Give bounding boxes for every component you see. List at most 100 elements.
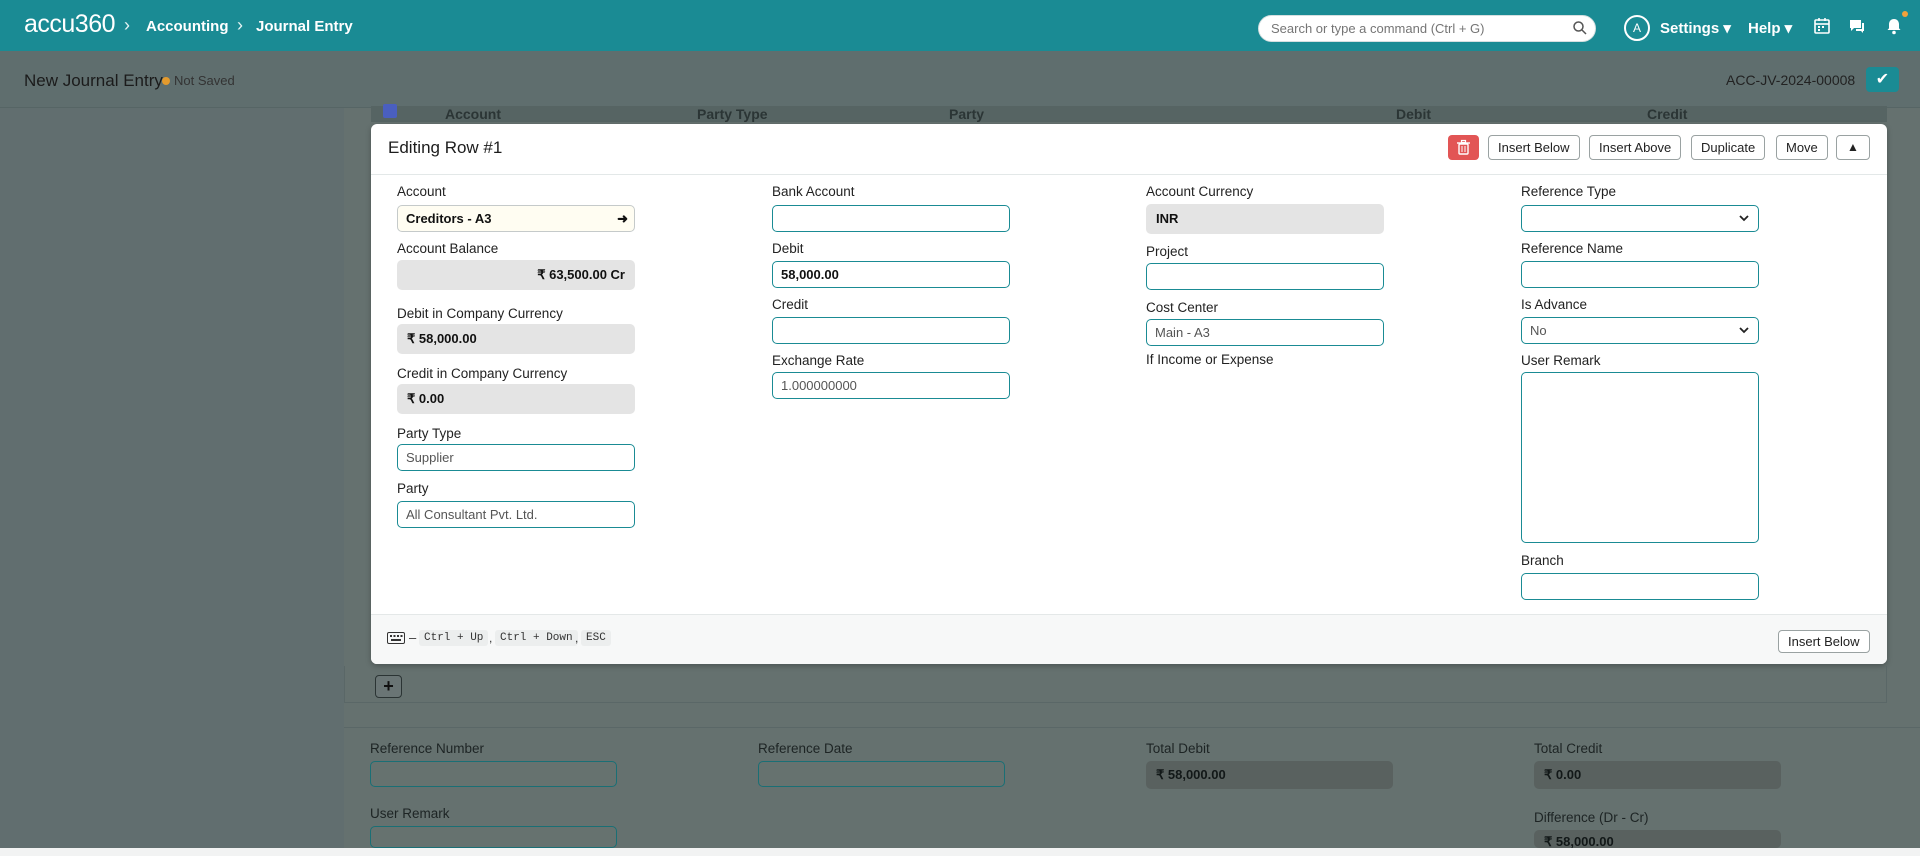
total-debit-label: Total Debit xyxy=(1146,741,1210,756)
project-label: Project xyxy=(1146,244,1189,259)
editing-row-panel: Editing Row #1 Insert Below Insert Above… xyxy=(371,124,1887,664)
credit-company-currency-value: ₹ 0.00 xyxy=(397,384,635,414)
exchange-rate-field[interactable] xyxy=(772,372,1010,399)
credit-field[interactable] xyxy=(772,317,1010,344)
grid-container-bottom xyxy=(344,666,1887,703)
settings-menu[interactable]: Settings ▾ xyxy=(1660,19,1731,37)
add-row-button[interactable]: + xyxy=(375,675,402,698)
sidebar xyxy=(0,108,344,856)
is-advance-label: Is Advance xyxy=(1521,297,1588,312)
account-currency-value: INR xyxy=(1146,204,1384,234)
footer-insert-below-button[interactable]: Insert Below xyxy=(1778,630,1870,653)
column-header-credit: Credit xyxy=(1647,106,1688,122)
branch-label: Branch xyxy=(1521,553,1564,568)
insert-below-button[interactable]: Insert Below xyxy=(1488,135,1580,160)
account-value: Creditors - A3 xyxy=(406,211,492,226)
avatar[interactable]: A xyxy=(1624,15,1650,41)
account-label: Account xyxy=(397,184,446,199)
column-header-party: Party xyxy=(949,106,985,122)
breadcrumb-journal-entry[interactable]: Journal Entry xyxy=(256,18,353,35)
credit-company-currency-label: Credit in Company Currency xyxy=(397,366,568,381)
party-type-label: Party Type xyxy=(397,426,462,441)
account-balance-label: Account Balance xyxy=(397,241,499,256)
app-logo[interactable]: accu360 xyxy=(24,10,116,39)
help-menu[interactable]: Help ▾ xyxy=(1748,19,1792,37)
debit-company-currency-value: ₹ 58,000.00 xyxy=(397,324,635,354)
reference-number-label: Reference Number xyxy=(370,741,485,756)
column-header-debit: Debit xyxy=(1396,106,1431,122)
cost-center-label: Cost Center xyxy=(1146,300,1219,315)
shortcut-separator: , xyxy=(489,631,493,645)
debit-label: Debit xyxy=(772,241,804,256)
account-field[interactable]: Creditors - A3 ➜ xyxy=(397,205,635,232)
total-credit-label: Total Credit xyxy=(1534,741,1603,756)
save-button[interactable]: ✔ xyxy=(1866,67,1899,92)
total-credit-value: ₹ 0.00 xyxy=(1534,761,1781,789)
party-type-field[interactable] xyxy=(397,444,635,471)
reference-number-field[interactable] xyxy=(370,761,617,787)
move-button[interactable]: Move xyxy=(1776,135,1828,160)
reference-date-field[interactable] xyxy=(758,761,1005,787)
exchange-rate-label: Exchange Rate xyxy=(772,353,865,368)
duplicate-button[interactable]: Duplicate xyxy=(1691,135,1766,160)
user-remark-bottom-field[interactable] xyxy=(370,826,617,848)
difference-label: Difference (Dr - Cr) xyxy=(1534,810,1649,825)
window-bottom-edge xyxy=(0,848,1920,856)
bank-account-field[interactable] xyxy=(772,205,1010,232)
breadcrumb-accounting[interactable]: Accounting xyxy=(146,18,229,35)
column-header-account: Account xyxy=(445,106,501,122)
shortcut-esc: ESC xyxy=(581,630,611,646)
select-all-checkbox[interactable] xyxy=(383,104,397,118)
debit-field[interactable] xyxy=(772,261,1010,288)
debit-company-currency-label: Debit in Company Currency xyxy=(397,306,563,321)
difference-value: ₹ 58,000.00 xyxy=(1534,830,1781,849)
document-id: ACC-JV-2024-00008 xyxy=(1726,72,1856,88)
account-currency-label: Account Currency xyxy=(1146,184,1254,199)
panel-title: Editing Row #1 xyxy=(388,138,503,157)
delete-row-button[interactable] xyxy=(1448,135,1479,160)
total-debit-value: ₹ 58,000.00 xyxy=(1146,761,1393,789)
top-navbar: accu360 › Accounting › Journal Entry A S… xyxy=(0,0,1920,51)
reference-type-select[interactable] xyxy=(1521,205,1759,232)
caret-up-icon: ▲ xyxy=(1847,140,1859,154)
bank-account-label: Bank Account xyxy=(772,184,855,199)
status-dot-icon xyxy=(162,77,170,85)
chevron-right-icon: › xyxy=(124,15,130,35)
shortcut-dash: – xyxy=(409,630,417,645)
credit-label: Credit xyxy=(772,297,809,312)
column-header-party-type: Party Type xyxy=(697,106,768,122)
shortcut-separator: , xyxy=(575,631,579,645)
check-icon: ✔ xyxy=(1875,71,1890,88)
trash-icon xyxy=(1457,139,1470,155)
chevron-down-icon xyxy=(1739,215,1749,222)
reference-name-label: Reference Name xyxy=(1521,241,1624,256)
arrow-right-icon[interactable]: ➜ xyxy=(617,211,628,227)
chevron-right-icon: › xyxy=(237,15,243,35)
search-input[interactable] xyxy=(1258,15,1596,42)
shortcut-ctrl-up: Ctrl + Up xyxy=(419,630,489,646)
is-advance-value: No xyxy=(1530,323,1547,338)
shortcut-ctrl-down: Ctrl + Down xyxy=(495,630,578,646)
account-balance-value: ₹ 63,500.00 Cr xyxy=(397,260,635,290)
search-icon xyxy=(1573,21,1587,35)
cost-center-field[interactable] xyxy=(1146,319,1384,346)
status-text: Not Saved xyxy=(174,73,235,88)
settings-label: Settings xyxy=(1660,20,1720,37)
user-remark-textarea[interactable] xyxy=(1521,372,1759,543)
reference-name-field[interactable] xyxy=(1521,261,1759,288)
user-remark-bottom-label: User Remark xyxy=(370,806,450,821)
section-divider xyxy=(344,727,1920,728)
chat-icon[interactable] xyxy=(1847,16,1867,36)
branch-field[interactable] xyxy=(1521,573,1759,600)
is-advance-select[interactable]: No xyxy=(1521,317,1759,344)
project-field[interactable] xyxy=(1146,263,1384,290)
panel-divider xyxy=(371,174,1887,175)
party-field[interactable] xyxy=(397,501,635,528)
insert-above-button[interactable]: Insert Above xyxy=(1589,135,1682,160)
reference-date-label: Reference Date xyxy=(758,741,853,756)
reference-type-label: Reference Type xyxy=(1521,184,1617,199)
help-label: Help xyxy=(1748,20,1781,37)
collapse-button[interactable]: ▲ xyxy=(1836,135,1870,160)
bell-icon[interactable] xyxy=(1884,16,1904,36)
calendar-icon[interactable] xyxy=(1812,16,1832,36)
